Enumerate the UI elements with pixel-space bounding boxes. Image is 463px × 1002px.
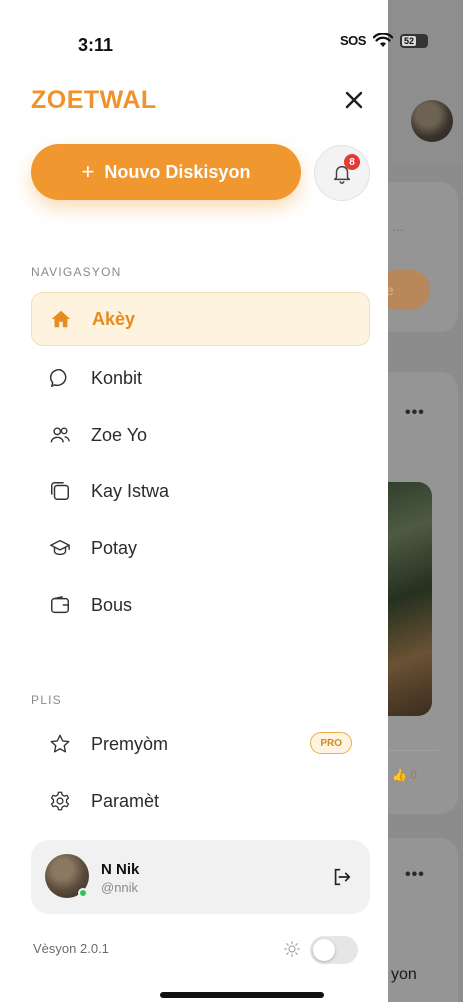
layers-icon	[49, 480, 71, 502]
navigation-section-label: NAVIGASYON	[31, 265, 122, 279]
chat-bubble-icon	[49, 367, 71, 389]
sun-icon	[283, 940, 301, 958]
people-icon	[49, 424, 71, 446]
toggle-knob	[313, 939, 335, 961]
nav-item-label: Potay	[91, 537, 138, 558]
nav-item-kay-istwa[interactable]: Kay Istwa	[31, 464, 370, 518]
user-profile-card[interactable]: N Nik @nnik	[31, 840, 370, 914]
more-options-icon: •••	[405, 866, 425, 883]
background-divider	[388, 750, 438, 751]
close-icon	[345, 91, 363, 109]
plus-icon: +	[81, 159, 95, 184]
nav-item-label: Kay Istwa	[91, 480, 170, 501]
navigation-drawer: ZOETWAL + Nouvo Diskisyon 8 NAVIGASYON A…	[0, 0, 388, 1002]
nav-item-label: Akèy	[92, 308, 136, 329]
close-drawer-button[interactable]	[340, 86, 368, 114]
battery-level: 52	[401, 35, 416, 46]
dark-mode-toggle[interactable]	[310, 936, 358, 964]
nav-item-settings[interactable]: Paramèt	[31, 774, 370, 828]
status-bar: 3:11 SOS 52	[0, 0, 463, 60]
background-pill-button: te	[388, 270, 430, 310]
home-icon	[50, 308, 72, 330]
background-feed: … te ••• 👍 0 ••• yon	[388, 0, 463, 1002]
battery-icon: 52	[399, 33, 428, 48]
more-options-icon: •••	[405, 404, 425, 421]
graduation-cap-icon	[49, 537, 71, 559]
nav-item-home[interactable]: Akèy	[31, 292, 370, 346]
pro-badge: PRO	[310, 732, 352, 754]
app-version: Vèsyon 2.0.1	[33, 941, 109, 956]
nav-item-zoe-yo[interactable]: Zoe Yo	[31, 408, 370, 462]
nav-item-label: Zoe Yo	[91, 424, 148, 445]
wallet-icon	[49, 594, 71, 616]
nav-item-konbit[interactable]: Konbit	[31, 351, 370, 405]
online-status-dot	[78, 888, 88, 898]
nav-item-bous[interactable]: Bous	[31, 578, 370, 632]
star-icon	[49, 733, 71, 755]
home-indicator	[160, 992, 324, 998]
background-post-image	[388, 482, 432, 716]
background-avatar	[411, 100, 453, 142]
status-icons: SOS 52	[340, 33, 428, 48]
logout-button[interactable]	[330, 865, 354, 889]
notifications-button[interactable]: 8	[314, 145, 370, 201]
gear-icon	[49, 790, 71, 812]
more-section-label: PLIS	[31, 693, 62, 707]
logout-icon	[334, 868, 351, 886]
user-handle: @nnik	[101, 880, 139, 895]
nav-item-label: Bous	[91, 594, 133, 615]
nav-item-premium[interactable]: Premyòm PRO	[31, 717, 370, 771]
sos-indicator: SOS	[340, 33, 366, 48]
user-name: N Nik	[101, 861, 140, 878]
nav-item-potay[interactable]: Potay	[31, 521, 370, 575]
new-discussion-label: Nouvo Diskisyon	[104, 161, 251, 182]
status-time: 3:11	[78, 35, 114, 55]
nav-item-label: Paramèt	[91, 790, 160, 811]
new-discussion-button[interactable]: + Nouvo Diskisyon	[31, 144, 301, 200]
wifi-icon	[372, 33, 393, 47]
background-text: yon	[391, 966, 417, 983]
notification-badge: 8	[344, 154, 360, 170]
background-ellipsis: …	[392, 220, 404, 234]
nav-item-label: Konbit	[91, 367, 143, 388]
app-brand: ZOETWAL	[31, 86, 157, 114]
background-like-count: 👍 0	[392, 768, 417, 782]
nav-item-label: Premyòm	[91, 733, 169, 754]
